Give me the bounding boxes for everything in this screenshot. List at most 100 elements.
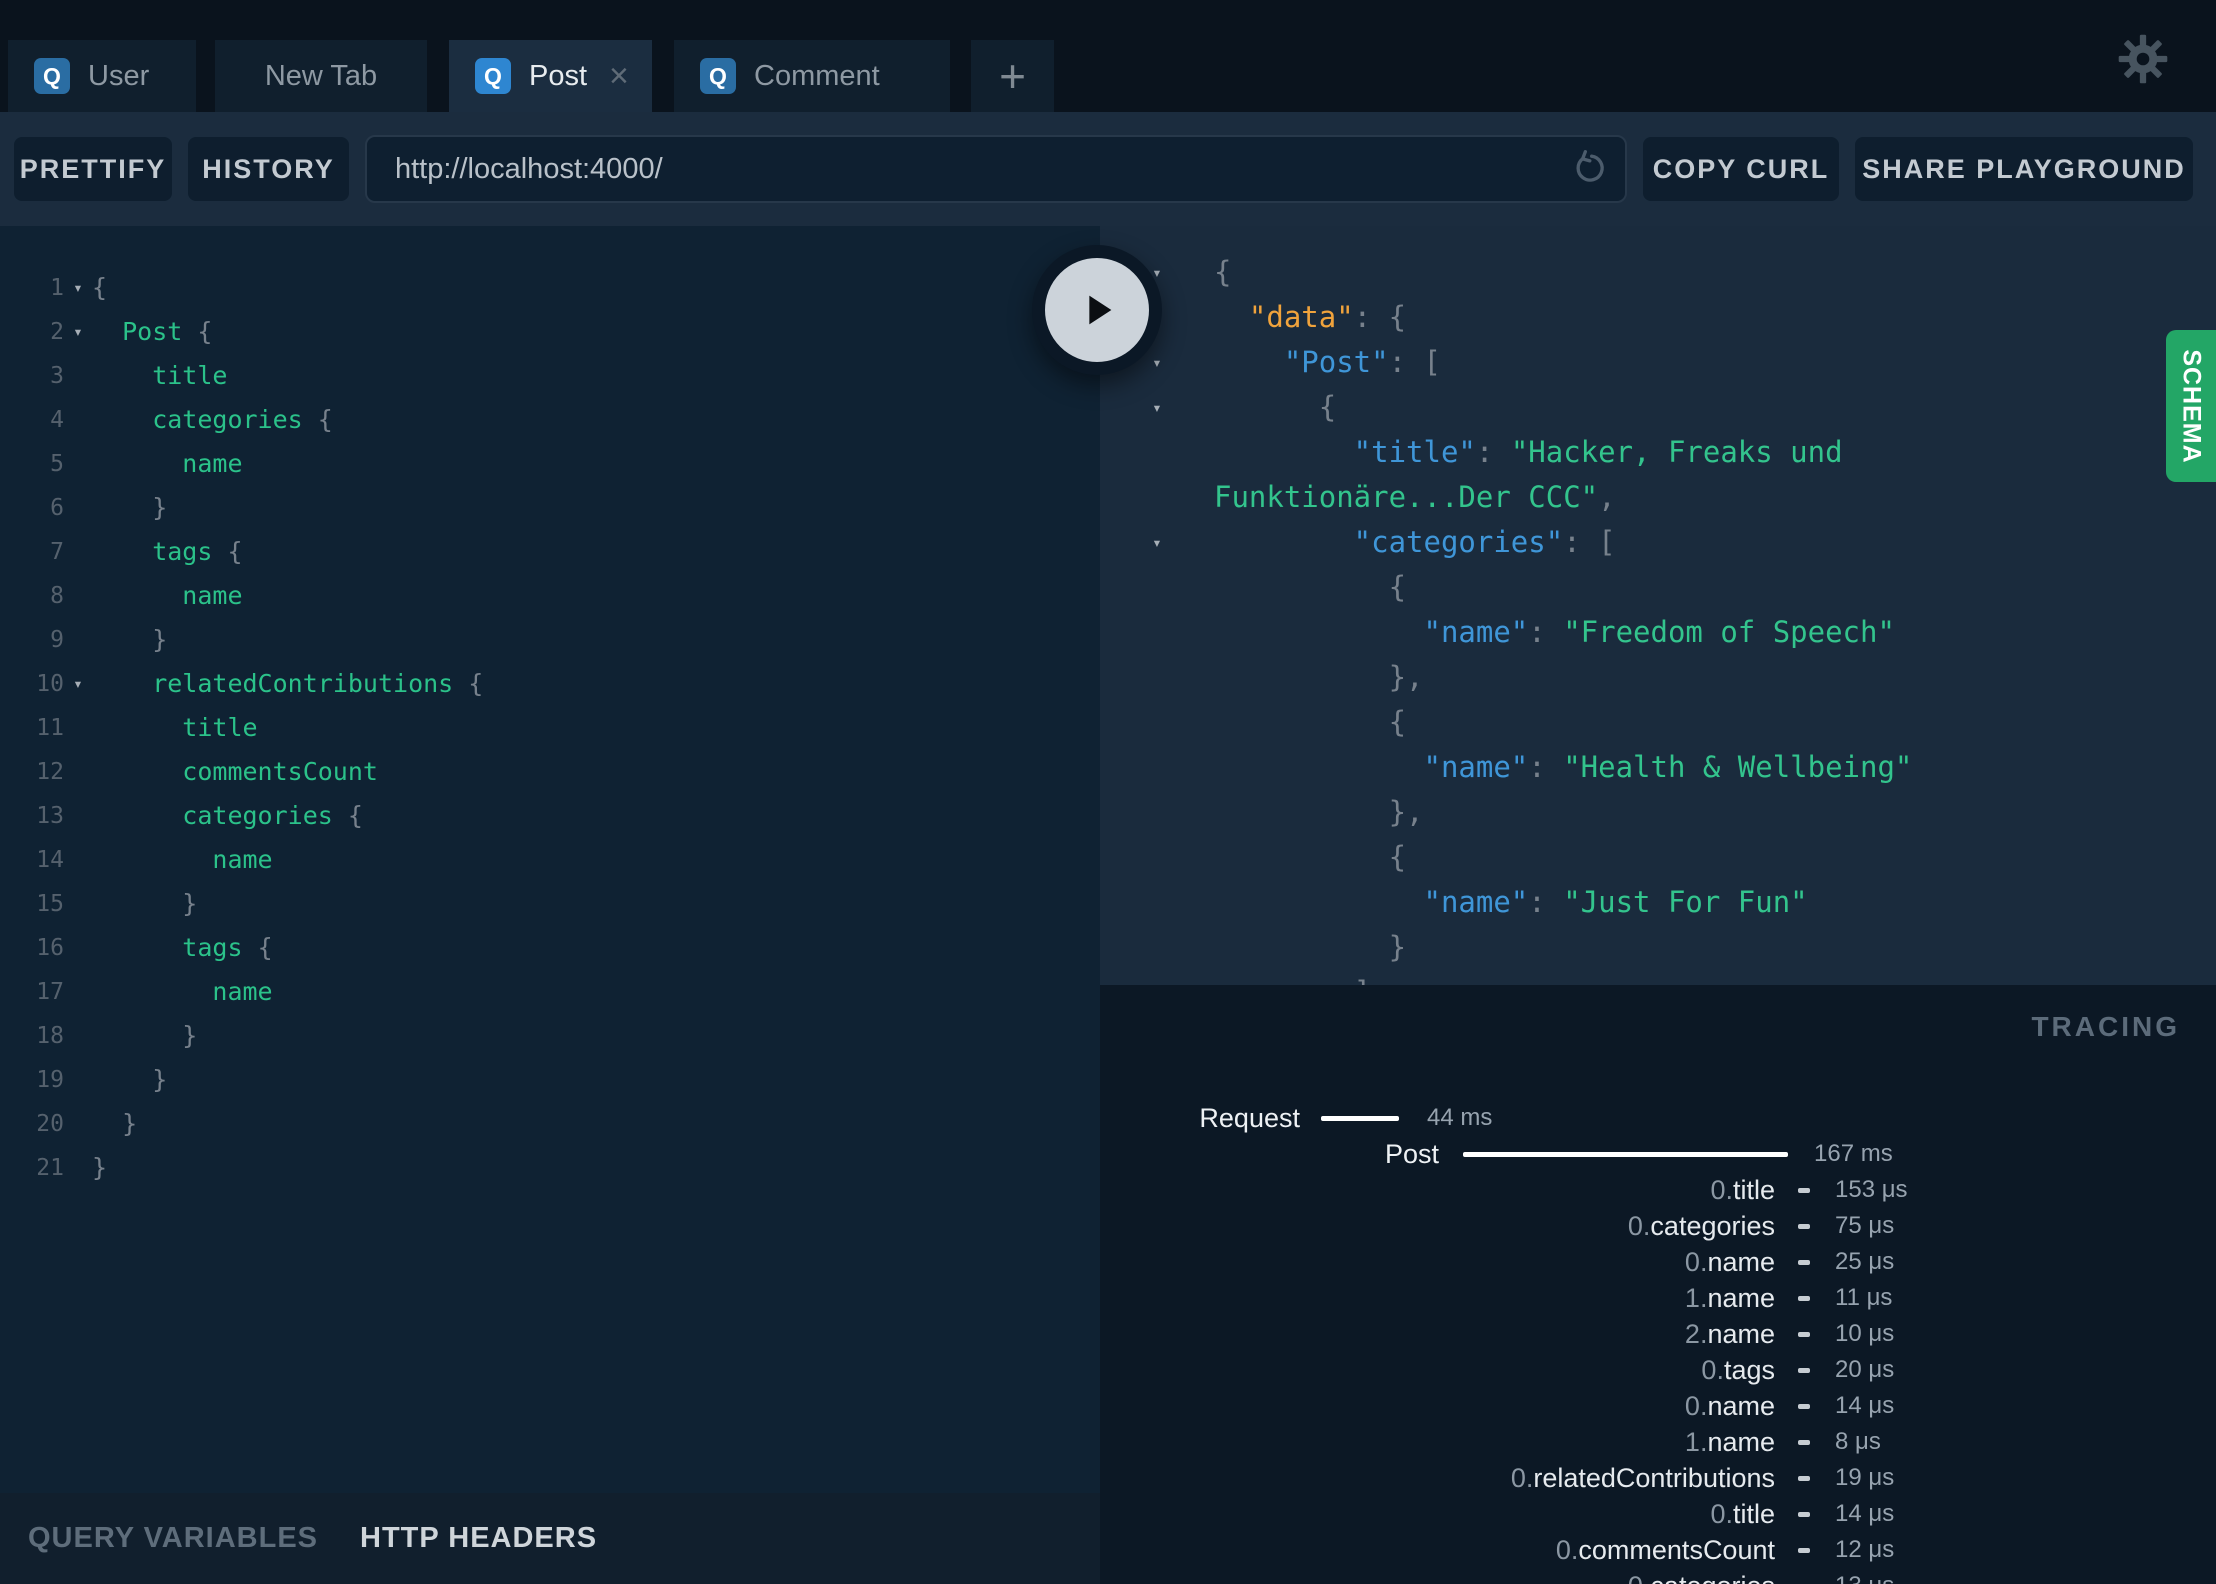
trace-bar [1798,1403,1810,1409]
response-line: "name": "Just For Fun" [1423,885,1808,919]
response-viewer: ▾{ ▾"data": { ▾"Post": [ ▾{ "title": "Ha… [1100,226,2216,985]
plus-icon: + [999,50,1026,102]
tab-label: Comment [754,59,880,92]
editor-line: 15} [36,889,198,918]
tracing-panel-title: TRACING [2031,1011,2180,1042]
response-line: ] [1100,970,2216,985]
response-line: "title": "Hacker, Freaks und [1353,435,1843,469]
response-line: { [1388,705,1407,739]
tracing-request-row: Request 44 ms [1199,1102,1493,1133]
editor-line: 2 ▾ Post { [0,310,1100,354]
tab-post[interactable]: Q Post × [449,40,652,112]
schema-side-tab[interactable]: SCHEMA [2166,330,2216,482]
tab-label: Post [529,59,588,92]
close-icon[interactable]: × [609,59,629,93]
response-line: ▾"data": { [1100,295,2216,340]
trace-bar [1798,1259,1810,1265]
trace-bar [1798,1187,1810,1193]
trace-bar [1798,1367,1810,1373]
response-line: ▾{ [1100,385,2216,430]
response-line: ▾{ [1100,250,2216,295]
response-line: { [1388,840,1407,874]
query-variables-tab[interactable]: QUERY VARIABLES [28,1522,318,1555]
refresh-schema-icon[interactable] [1569,149,1609,189]
trace-bar [1463,1151,1788,1157]
tracing-field-row: 2.name 10 μs [1684,1318,1895,1349]
prettify-button[interactable]: PRETTIFY [14,137,172,201]
response-line: "name": "Health & Wellbeing" [1423,750,1913,784]
trace-bar [1798,1331,1810,1337]
editor-line: 10 ▾ relatedContributions { [0,662,1100,706]
response-line: ▾ "categories": [ [1100,520,2216,565]
trace-bar [1798,1475,1810,1481]
editor-line: 18} [36,1021,198,1050]
response-line: "name": "Freedom of Speech" [1423,615,1895,649]
editor-line: 12 commentsCount [36,757,378,786]
trace-bar [1798,1547,1810,1553]
editor-line: 19} [36,1065,168,1094]
editor-line: 17 name [36,977,273,1006]
response-line: } [1388,930,1407,964]
editor-line: 16 tags { [36,933,273,962]
query-badge-icon: Q [475,58,511,94]
editor-line: 9} [50,625,168,654]
editor-line: 3 title [50,361,228,390]
tab-comment[interactable]: Q Comment [674,40,950,112]
query-editor[interactable]: 1 ▾{ 2 ▾ Post { 3 title 4 categories { 5 name … [0,226,1100,1493]
tracing-field-row: 0.categories 75 μs [1627,1210,1895,1241]
editor-line: 5 name [50,449,243,478]
response-line: Funktionäre...Der CCC", [1214,480,1616,514]
share-playground-button[interactable]: SHARE PLAYGROUND [1855,137,2193,201]
fold-arrow-icon[interactable]: ▾ [64,662,92,706]
endpoint-url-value: http://localhost:4000/ [395,152,663,185]
editor-line: 14 name [36,845,273,874]
tracing-field-row: 0.tags 20 μs [1701,1354,1895,1385]
response-line: { [1388,570,1407,604]
tab-new-tab[interactable]: New Tab [215,40,427,112]
tracing-field-row: 0.relatedContributions 19 μs [1510,1462,1895,1493]
fold-arrow-icon[interactable]: ▾ [1100,385,1214,430]
play-icon [1089,295,1112,325]
tracing-field-row: 0.name 25 μs [1684,1246,1895,1277]
tab-label: New Tab [264,59,378,92]
editor-line: 6} [50,493,168,522]
response-line: }, [1388,660,1424,694]
tab-label: User [88,59,150,92]
tab-bar: Q User New Tab Q Post × Q Comment + [0,0,2216,112]
editor-line: 11 title [36,713,258,742]
trace-bar [1798,1439,1810,1445]
query-badge-icon: Q [700,58,736,94]
fold-arrow-icon[interactable]: ▾ [64,266,92,310]
tracing-rows: Request 44 ms Post 167 ms 0.title 153 μs … [1100,1100,2216,1584]
fold-arrow-icon[interactable]: ▾ [1100,520,1214,565]
fold-arrow-icon[interactable]: ▾ [64,310,92,354]
tracing-field-row: 0.name 14 μs [1684,1390,1895,1421]
copy-curl-button[interactable]: COPY CURL [1643,137,1839,201]
editor-line: 1 ▾{ [0,266,1100,310]
editor-footer-bar: QUERY VARIABLES HTTP HEADERS [0,1493,1100,1584]
tracing-field-row: 1.name 11 μs [1684,1282,1893,1313]
trace-bar [1798,1223,1810,1229]
tab-user[interactable]: Q User [8,40,196,112]
response-line: }, [1388,795,1424,829]
editor-line: 21} [36,1153,108,1182]
tracing-field-row: 0.categories13 μs [1100,1568,2216,1584]
execute-query-button[interactable] [1032,245,1162,375]
editor-line: 20} [36,1109,138,1138]
history-button[interactable]: HISTORY [188,137,349,201]
editor-line: 7 tags { [50,537,243,566]
trace-bar [1798,1295,1810,1301]
settings-gear-icon[interactable] [2116,32,2170,86]
editor-line: 8 name [50,581,243,610]
response-line: ▾ "Post": [ [1100,340,2216,385]
tracing-post-row: Post 167 ms [1384,1138,1893,1169]
endpoint-url-input[interactable]: http://localhost:4000/ [365,135,1627,203]
add-tab-button[interactable]: + [971,40,1054,112]
trace-bar [1321,1115,1399,1121]
toolbar: PRETTIFY HISTORY http://localhost:4000/ … [0,112,2216,226]
tracing-field-row: 0.commentsCount 12 μs [1555,1534,1895,1565]
tracing-field-row: 0.title 14 μs [1710,1498,1895,1529]
http-headers-tab[interactable]: HTTP HEADERS [360,1522,597,1555]
tracing-field-row: 0.title 153 μs [1710,1174,1908,1205]
tracing-field-row: 1.name 8 μs [1684,1426,1881,1457]
